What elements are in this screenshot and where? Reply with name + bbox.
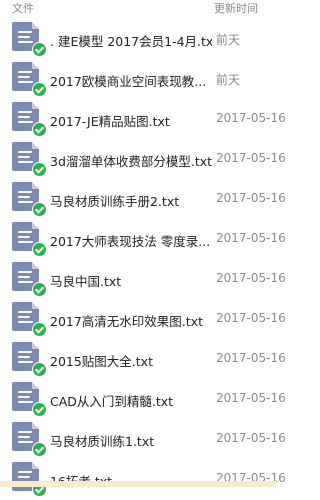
file-row[interactable]: 2017大师表现技法 零度录... 2017-05-16: [0, 220, 286, 260]
check-badge-icon: [32, 122, 47, 137]
file-name: 马良材质训练手册2.txt: [50, 194, 180, 209]
file-updated-date: 2017-05-16: [216, 271, 286, 285]
file-list: . 建E模型 2017会员1-4月.txt 前天 2017欧模商业空间表现教... 前…: [0, 20, 286, 500]
file-name: 2017大师表现技法 零度录...: [50, 234, 211, 249]
txt-document-icon: [12, 182, 48, 218]
file-updated-date: 2017-05-16: [216, 351, 286, 365]
file-updated-date: 前天: [216, 73, 241, 87]
check-badge-icon: [32, 202, 47, 217]
file-name: 2017-JE精品贴图.txt: [50, 114, 170, 129]
file-row[interactable]: 3d溜溜单体收费部分模型.txt 2017-05-16: [0, 140, 286, 180]
file-row[interactable]: CAD从入门到精髓.txt 2017-05-16: [0, 380, 286, 420]
check-badge-icon: [32, 322, 47, 337]
check-badge-icon: [32, 42, 47, 57]
file-row[interactable]: 2017-JE精品贴图.txt 2017-05-16: [0, 100, 286, 140]
file-name: 3d溜溜单体收费部分模型.txt: [50, 154, 212, 169]
txt-document-icon: [12, 22, 48, 58]
file-updated-date: 2017-05-16: [216, 191, 286, 205]
txt-document-icon: [12, 62, 48, 98]
txt-document-icon: [12, 262, 48, 298]
check-badge-icon: [32, 82, 47, 97]
file-row[interactable]: . 建E模型 2017会员1-4月.txt 前天: [0, 20, 276, 60]
check-badge-icon: [32, 162, 47, 177]
file-row[interactable]: 马良材质训练1.txt 2017-05-16: [0, 420, 286, 460]
check-badge-icon: [32, 442, 47, 457]
file-updated-date: 前天: [216, 33, 241, 47]
file-name: 马良材质训练1.txt: [50, 434, 155, 449]
file-row[interactable]: 2017高清无水印效果图.txt 2017-05-16: [0, 300, 286, 340]
txt-document-icon: [12, 382, 48, 418]
file-row[interactable]: 马良中国.txt 2017-05-16: [0, 260, 286, 300]
txt-document-icon: [12, 142, 48, 178]
file-updated-date: 2017-05-16: [216, 151, 286, 165]
file-updated-date: 2017-05-16: [216, 431, 286, 445]
txt-document-icon: [12, 302, 48, 338]
file-row[interactable]: 16拓者.txt2017-05-16: [0, 460, 286, 500]
check-badge-icon: [32, 362, 47, 377]
file-updated-date: 2017-05-16: [216, 111, 286, 125]
txt-document-icon: [12, 342, 48, 378]
column-header-updated[interactable]: 更新时间: [214, 0, 258, 16]
file-name: . 建E模型 2017会员1-4月.txt: [50, 34, 212, 49]
file-name: 马良中国.txt: [50, 274, 122, 289]
check-badge-icon: [32, 242, 47, 257]
file-name: 2015贴图大全.txt: [50, 354, 153, 369]
txt-document-icon: [12, 422, 48, 458]
file-row[interactable]: 2017欧模商业空间表现教... 前天: [0, 60, 276, 100]
txt-document-icon: [12, 102, 48, 138]
txt-document-icon: [12, 222, 48, 258]
list-header: 文件 更新时间: [0, 0, 276, 20]
check-badge-icon: [32, 402, 47, 417]
check-badge-icon: [32, 282, 47, 297]
file-updated-date: 2017-05-16: [216, 311, 286, 325]
file-updated-date: 2017-05-16: [216, 391, 286, 405]
file-row[interactable]: 马良材质训练手册2.txt 2017-05-16: [0, 180, 286, 220]
file-updated-date: 2017-05-16: [216, 231, 286, 245]
file-name: CAD从入门到精髓.txt: [50, 394, 174, 409]
file-name: 2017欧模商业空间表现教...: [50, 74, 207, 89]
file-name: 2017高清无水印效果图.txt: [50, 314, 203, 329]
bottom-bar: [0, 481, 276, 487]
file-row[interactable]: 2015贴图大全.txt 2017-05-16: [0, 340, 286, 380]
column-header-name[interactable]: 文件: [12, 0, 34, 16]
txt-document-icon: [12, 462, 48, 498]
